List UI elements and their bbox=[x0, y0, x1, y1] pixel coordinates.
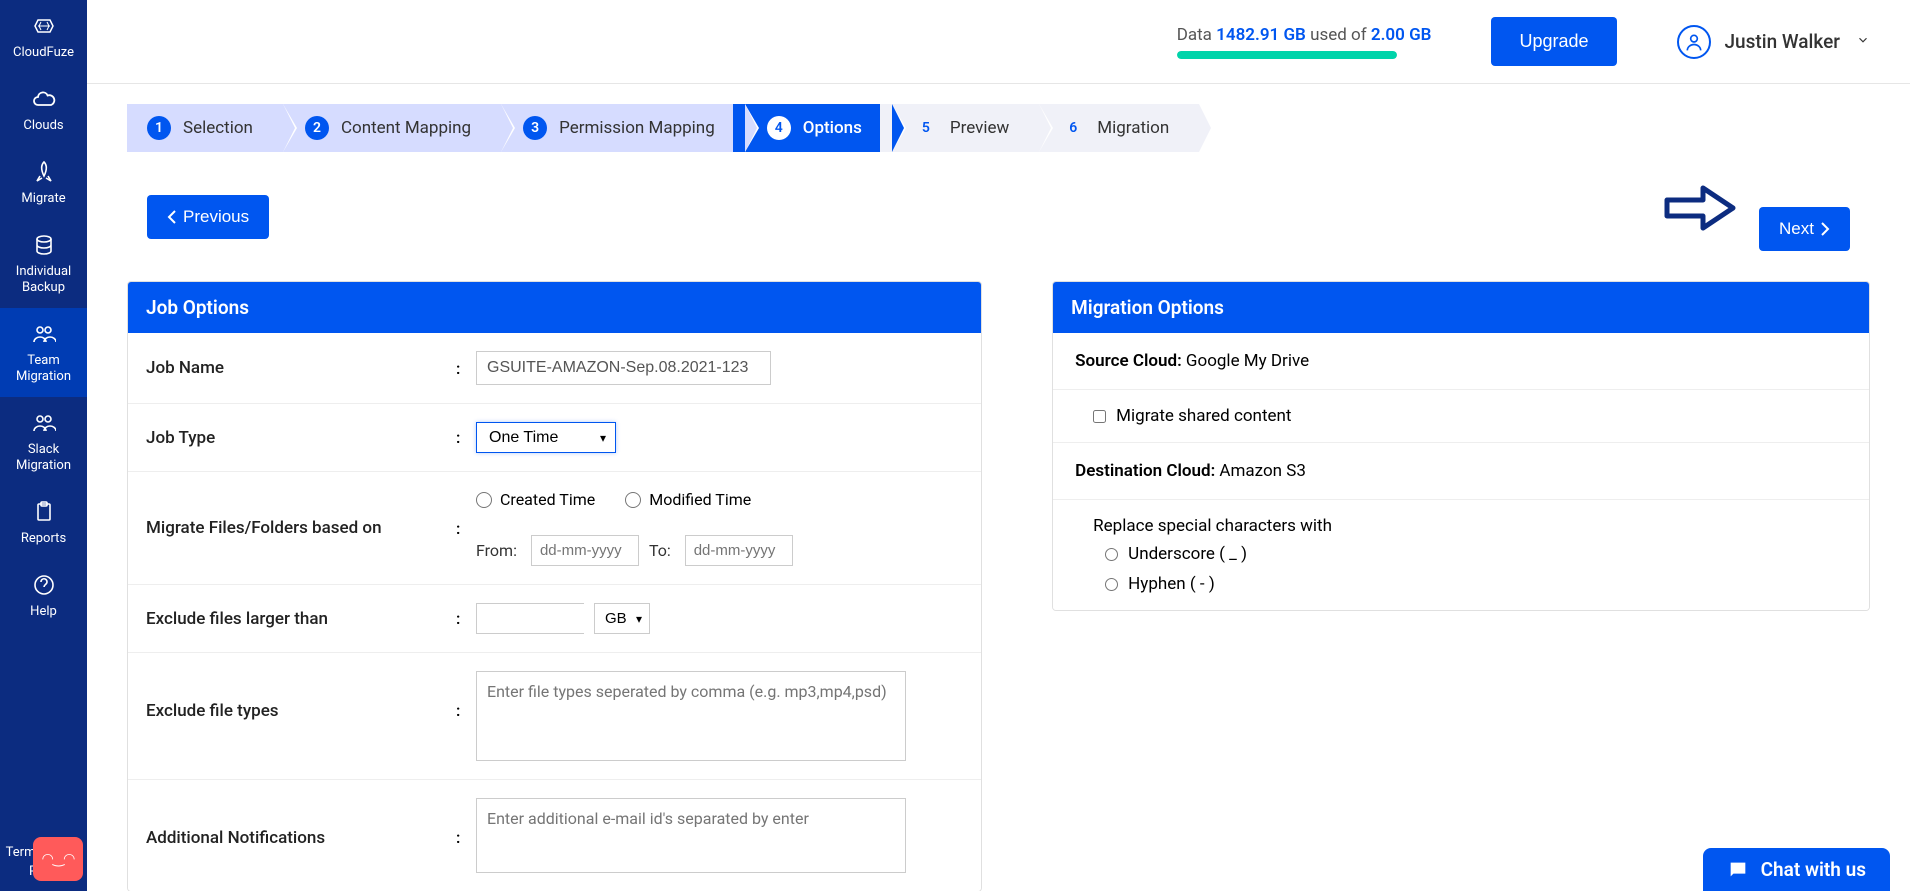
source-cloud-value: Google My Drive bbox=[1182, 351, 1309, 371]
step-permission-mapping[interactable]: 3Permission Mapping bbox=[489, 104, 745, 152]
team-icon bbox=[30, 320, 58, 348]
chevron-down-icon bbox=[1856, 32, 1870, 51]
migration-options-panel: Migration Options Source Cloud: Google M… bbox=[1052, 281, 1870, 611]
job-options-panel: Job Options Job Name : Job Type : On bbox=[127, 281, 982, 891]
sidebar-label: Individual Backup bbox=[0, 264, 87, 296]
data-prefix: Data bbox=[1177, 25, 1216, 45]
sidebar-item-individual-backup[interactable]: Individual Backup bbox=[0, 219, 87, 308]
exclude-types-textarea[interactable] bbox=[476, 671, 906, 761]
step-label: Content Mapping bbox=[341, 118, 471, 138]
team-icon bbox=[30, 409, 58, 437]
avatar-icon bbox=[1677, 25, 1711, 59]
logo-icon bbox=[30, 12, 58, 40]
sidebar-item-team-migration[interactable]: Team Migration bbox=[0, 308, 87, 397]
chat-label: Chat with us bbox=[1761, 858, 1866, 881]
database-icon bbox=[30, 231, 58, 259]
sidebar-label: Team Migration bbox=[0, 353, 87, 385]
sidebar-item-migrate[interactable]: Migrate bbox=[0, 146, 87, 219]
replace-chars-label: Replace special characters with bbox=[1093, 516, 1829, 536]
sidebar-label: Migrate bbox=[21, 191, 65, 207]
arrow-hint-icon bbox=[1663, 182, 1739, 238]
previous-label: Previous bbox=[183, 207, 249, 227]
to-date-input[interactable] bbox=[685, 535, 793, 566]
destination-cloud-label: Destination Cloud: bbox=[1075, 461, 1215, 481]
data-mid: used of bbox=[1306, 25, 1371, 45]
help-icon bbox=[30, 571, 58, 599]
job-type-label: Job Type bbox=[146, 428, 456, 448]
sidebar-item-cloudfuze[interactable]: CloudFuze bbox=[0, 0, 87, 73]
migration-options-title: Migration Options bbox=[1053, 282, 1869, 333]
from-date-input[interactable] bbox=[531, 535, 639, 566]
exclude-types-label: Exclude file types bbox=[146, 671, 456, 721]
stepper: 1Selection 2Content Mapping 3Permission … bbox=[127, 104, 1870, 152]
sidebar-item-clouds[interactable]: Clouds bbox=[0, 73, 87, 146]
modified-time-radio[interactable]: Modified Time bbox=[625, 490, 751, 509]
data-usage-bar bbox=[1177, 51, 1397, 59]
from-label: From: bbox=[476, 541, 517, 560]
job-options-title: Job Options bbox=[128, 282, 981, 333]
exclude-larger-label: Exclude files larger than bbox=[146, 609, 456, 629]
main-content: 1Selection 2Content Mapping 3Permission … bbox=[87, 84, 1910, 891]
user-name: Justin Walker bbox=[1725, 30, 1841, 53]
step-label: Options bbox=[803, 118, 862, 138]
source-cloud-label: Source Cloud: bbox=[1075, 351, 1182, 371]
source-cloud-row: Source Cloud: Google My Drive bbox=[1053, 333, 1869, 390]
step-label: Selection bbox=[183, 118, 253, 138]
sidebar-label: Clouds bbox=[23, 118, 63, 134]
sidebar: CloudFuze Clouds Migrate Individual Back… bbox=[0, 0, 87, 891]
previous-button[interactable]: Previous bbox=[147, 195, 269, 239]
upgrade-button[interactable]: Upgrade bbox=[1491, 17, 1616, 66]
chat-icon bbox=[1727, 859, 1749, 881]
underscore-radio[interactable]: Underscore ( _ ) bbox=[1105, 544, 1829, 564]
size-unit-select[interactable]: GB bbox=[594, 603, 650, 634]
data-usage: Data 1482.91 GB used of 2.00 GB bbox=[1177, 25, 1432, 59]
hyphen-radio[interactable]: Hyphen ( - ) bbox=[1105, 574, 1829, 594]
sidebar-item-reports[interactable]: Reports bbox=[0, 486, 87, 559]
data-used: 1482.91 GB bbox=[1216, 25, 1306, 45]
chat-widget[interactable]: Chat with us bbox=[1703, 848, 1890, 891]
step-content-mapping[interactable]: 2Content Mapping bbox=[271, 104, 501, 152]
step-label: Migration bbox=[1097, 118, 1169, 138]
migrate-shared-checkbox[interactable]: Migrate shared content bbox=[1093, 406, 1829, 426]
next-label: Next bbox=[1779, 219, 1814, 239]
header: Data 1482.91 GB used of 2.00 GB Upgrade … bbox=[87, 0, 1910, 84]
next-button[interactable]: Next bbox=[1759, 207, 1850, 251]
to-label: To: bbox=[649, 541, 671, 560]
nav-row: Previous Next bbox=[147, 182, 1850, 251]
notifications-label: Additional Notifications bbox=[146, 798, 456, 848]
cloud-icon bbox=[30, 85, 58, 113]
sidebar-item-help[interactable]: Help bbox=[0, 559, 87, 632]
created-time-radio[interactable]: Created Time bbox=[476, 490, 595, 509]
exclude-size-input[interactable] bbox=[476, 603, 584, 634]
user-menu[interactable]: Justin Walker bbox=[1677, 25, 1871, 59]
sidebar-label: Slack Migration bbox=[0, 442, 87, 474]
sidebar-label: Reports bbox=[21, 531, 66, 547]
job-type-select[interactable]: One Time bbox=[476, 422, 616, 453]
sidebar-label: Help bbox=[30, 604, 57, 620]
panels: Job Options Job Name : Job Type : On bbox=[127, 281, 1870, 891]
step-selection[interactable]: 1Selection bbox=[127, 104, 283, 152]
rocket-icon bbox=[30, 158, 58, 186]
sidebar-label: CloudFuze bbox=[13, 45, 74, 61]
data-total: 2.00 GB bbox=[1371, 25, 1432, 45]
clipboard-icon bbox=[30, 498, 58, 526]
job-name-label: Job Name bbox=[146, 358, 456, 378]
step-label: Permission Mapping bbox=[559, 118, 715, 138]
destination-cloud-value: Amazon S3 bbox=[1215, 461, 1306, 481]
sidebar-item-slack-migration[interactable]: Slack Migration bbox=[0, 397, 87, 486]
notifications-textarea[interactable] bbox=[476, 798, 906, 873]
job-name-input[interactable] bbox=[476, 351, 771, 385]
migrate-based-label: Migrate Files/Folders based on bbox=[146, 518, 456, 538]
destination-cloud-row: Destination Cloud: Amazon S3 bbox=[1053, 443, 1869, 500]
step-label: Preview bbox=[950, 118, 1009, 138]
feedback-widget[interactable] bbox=[33, 837, 83, 881]
